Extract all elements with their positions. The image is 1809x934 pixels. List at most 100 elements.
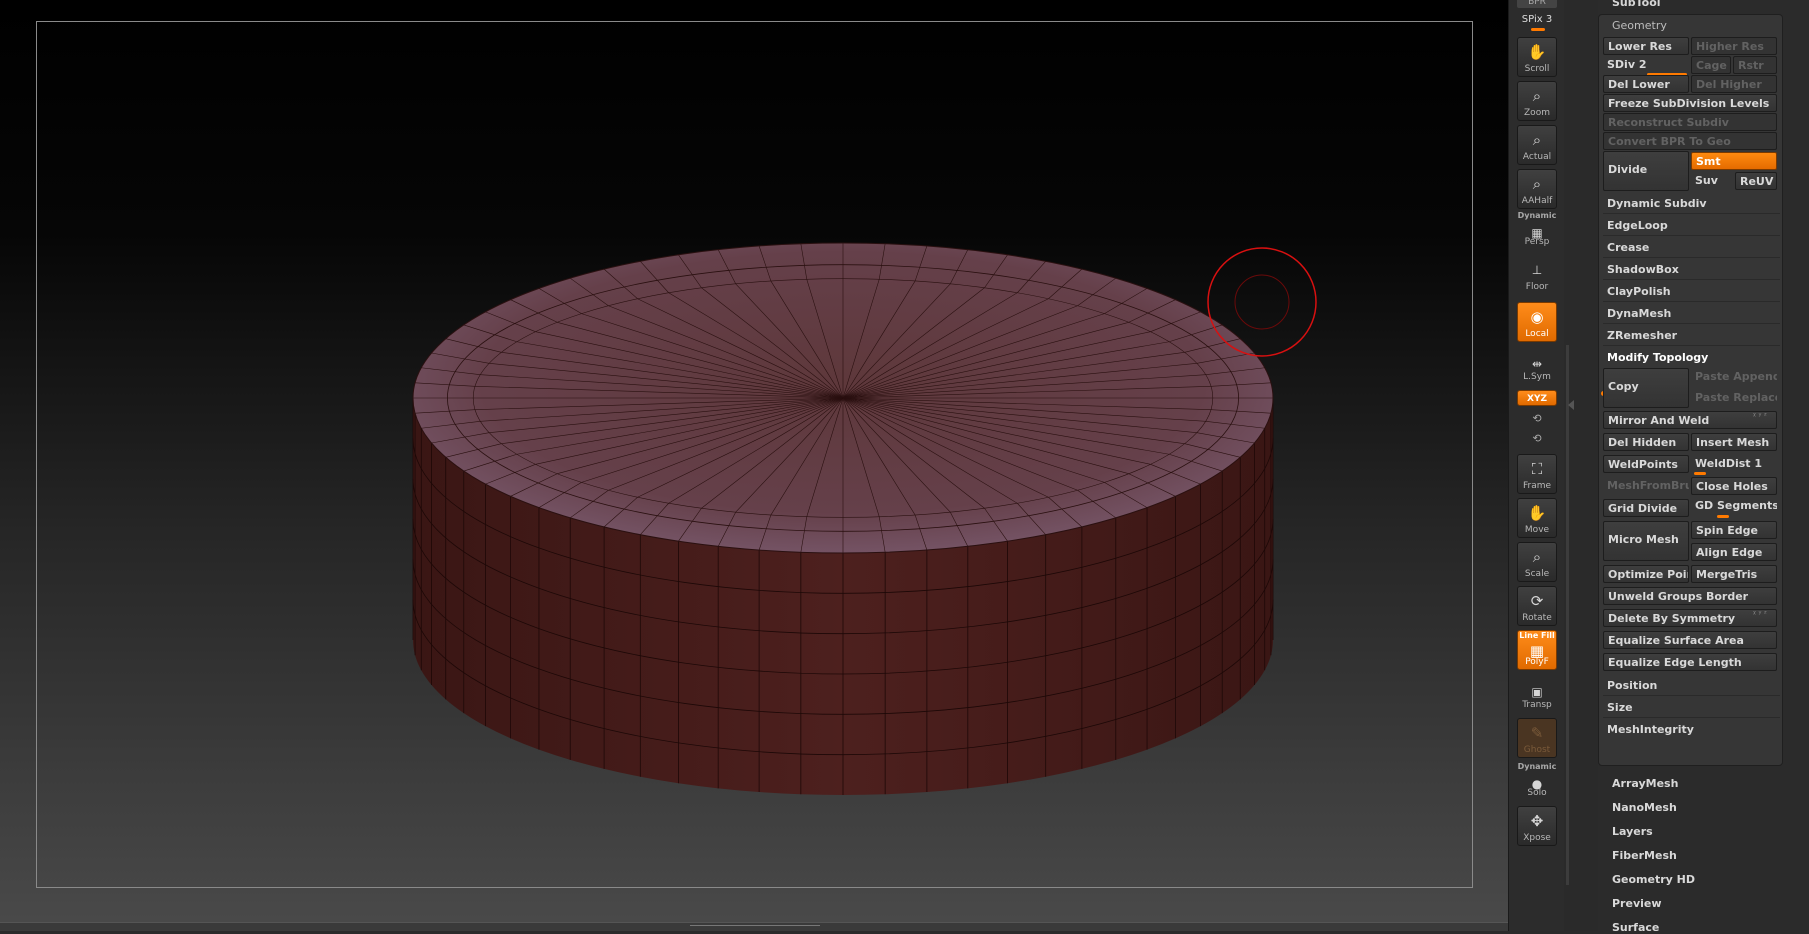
right-shelf: BPR SPix 3 ✋ Scroll ⌕ Zoom ⌕ Actual ⌕ AAHalf… [1508,0,1564,931]
ghost-icon: ✎ [1530,724,1544,742]
rotate-icon: ⟳ [1530,592,1544,610]
preview-palette[interactable]: Preview [1612,897,1662,910]
geometry-subpalette: Geometry Lower Res Higher Res SDiv 2 Cag… [1598,14,1783,766]
arraymesh-palette[interactable]: ArrayMesh [1612,777,1678,790]
mirror-and-weld-button[interactable]: Mirror And Weld [1603,411,1777,429]
nanomesh-palette[interactable]: NanoMesh [1612,801,1677,814]
scale-button[interactable]: ⌕ Scale [1517,542,1557,582]
suv-toggle[interactable]: Suv [1691,172,1733,190]
claypolish-section[interactable]: ClayPolish [1603,282,1780,302]
reuv-button[interactable]: ReUV [1735,172,1777,190]
document-viewport[interactable] [0,0,1508,931]
scroll-button[interactable]: ✋ Scroll [1517,37,1557,77]
divide-button[interactable]: Divide [1603,151,1689,191]
modify-topology-section[interactable]: Modify Topology [1603,348,1780,368]
gd-segments-slider-bar[interactable] [1717,515,1729,518]
rotate-axis-icon[interactable]: ⟲ [1517,412,1557,425]
axis-icons[interactable]: ᵡ ʸ ᶻ [1753,609,1767,618]
freeze-subdivision-button[interactable]: Freeze SubDivision Levels [1603,94,1777,112]
meshintegrity-section[interactable]: MeshIntegrity [1603,720,1780,740]
reconstruct-subdiv-button[interactable]: Reconstruct Subdiv [1603,113,1777,131]
optimize-points-button[interactable]: Optimize Points [1603,565,1689,583]
aahalf-button[interactable]: ⌕ AAHalf [1517,169,1557,209]
hand-icon: ✋ [1527,43,1547,61]
frame-icon: ⛶ [1531,460,1543,478]
bottom-shelf [0,922,1508,931]
fibermesh-palette[interactable]: FiberMesh [1612,849,1677,862]
move-button[interactable]: ✋ Move [1517,498,1557,538]
collapse-arrow-icon[interactable] [1568,400,1574,410]
smt-toggle[interactable]: Smt [1691,152,1777,170]
geometry-title[interactable]: Geometry [1612,19,1667,32]
zoom-button[interactable]: ⌕ Zoom [1517,81,1557,121]
floor-button[interactable]: ⊥ Floor [1517,256,1557,294]
gd-segments-slider[interactable]: GD Segments [1691,497,1777,515]
magnifier-icon: ⌕ [1532,548,1542,566]
spix-slider[interactable]: SPix 3 [1517,14,1557,25]
xyz-button[interactable]: XYZ [1517,390,1557,406]
magnifier-icon: ⌕ [1532,175,1542,193]
cage-button[interactable]: Cage [1691,56,1731,74]
paste-append-button[interactable]: Paste Append [1691,368,1777,386]
higher-res-button[interactable]: Higher Res [1691,37,1777,55]
local-button[interactable]: ◉ Local [1517,302,1557,342]
spix-slider-bar[interactable] [1531,28,1545,31]
polyf-button[interactable]: Line Fill ▦ PolyF [1517,630,1557,670]
welddist-slider-bar[interactable] [1694,472,1706,475]
persp-button[interactable]: ▦ Persp [1517,219,1557,249]
meshfrombrush-button[interactable]: MeshFromBrush [1603,477,1689,495]
spin-edge-button[interactable]: Spin Edge [1691,521,1777,539]
floor-icon: ⊥ [1531,263,1543,277]
paste-replace-button[interactable]: Paste Replace [1691,389,1777,407]
right-tray: SubTool Geometry Lower Res Higher Res SD… [1598,0,1809,934]
align-edge-button[interactable]: Align Edge [1691,543,1777,561]
weldpoints-button[interactable]: WeldPoints [1603,455,1689,473]
rstr-button[interactable]: Rstr [1733,56,1777,74]
edgeloop-section[interactable]: EdgeLoop [1603,216,1780,236]
del-hidden-button[interactable]: Del Hidden [1603,433,1689,451]
frame-button[interactable]: ⛶ Frame [1517,454,1557,494]
insert-mesh-button[interactable]: Insert Mesh [1691,433,1777,451]
del-lower-button[interactable]: Del Lower [1603,75,1689,93]
size-section[interactable]: Size [1603,698,1780,718]
close-holes-button[interactable]: Close Holes [1691,477,1777,495]
canvas-frame [36,21,1473,888]
geometry-hd-palette[interactable]: Geometry HD [1612,873,1695,886]
lower-res-button[interactable]: Lower Res [1603,37,1689,55]
solo-button[interactable]: ● Solo [1517,770,1557,800]
equalize-surface-area-button[interactable]: Equalize Surface Area [1603,631,1777,649]
xpose-button[interactable]: ✥ Xpose [1517,806,1557,846]
micro-mesh-button[interactable]: Micro Mesh [1603,521,1689,561]
sdiv-slider[interactable]: SDiv 2 [1603,56,1689,74]
actual-button[interactable]: ⌕ Actual [1517,125,1557,165]
rotate-axis-icon[interactable]: ⟲ [1517,432,1557,445]
xpose-icon: ✥ [1530,812,1544,830]
shadowbox-section[interactable]: ShadowBox [1603,260,1780,280]
equalize-edge-length-button[interactable]: Equalize Edge Length [1603,653,1777,671]
position-section[interactable]: Position [1603,676,1780,696]
copy-button[interactable]: Copy [1603,368,1689,408]
tray-divider[interactable] [1564,0,1598,931]
welddist-slider[interactable]: WeldDist 1 [1691,455,1777,473]
mergetris-button[interactable]: MergeTris [1691,565,1777,583]
zremesher-section[interactable]: ZRemesher [1603,326,1780,346]
surface-palette[interactable]: Surface [1612,921,1659,934]
crease-section[interactable]: Crease [1603,238,1780,258]
grid-divide-button[interactable]: Grid Divide [1603,499,1689,517]
dynamic-subdiv-section[interactable]: Dynamic Subdiv [1603,194,1780,214]
subtool-palette-header[interactable]: SubTool [1612,0,1661,9]
lsym-button[interactable]: ⇹ L.Sym [1517,350,1557,384]
convert-bpr-button[interactable]: Convert BPR To Geo [1603,132,1777,150]
magnifier-icon: ⌕ [1532,131,1542,149]
rotate-button[interactable]: ⟳ Rotate [1517,586,1557,626]
unweld-groups-border-button[interactable]: Unweld Groups Border [1603,587,1777,605]
dynamesh-section[interactable]: DynaMesh [1603,304,1780,324]
layers-palette[interactable]: Layers [1612,825,1653,838]
transp-button[interactable]: ▣ Transp [1517,678,1557,712]
delete-by-symmetry-button[interactable]: Delete By Symmetry [1603,609,1777,627]
ghost-button[interactable]: ✎ Ghost [1517,718,1557,758]
axis-icons[interactable]: ᵡ ʸ ᶻ [1753,411,1767,420]
bpr-button[interactable]: BPR [1517,0,1557,8]
magnifier-icon: ⌕ [1532,87,1542,105]
del-higher-button[interactable]: Del Higher [1691,75,1777,93]
